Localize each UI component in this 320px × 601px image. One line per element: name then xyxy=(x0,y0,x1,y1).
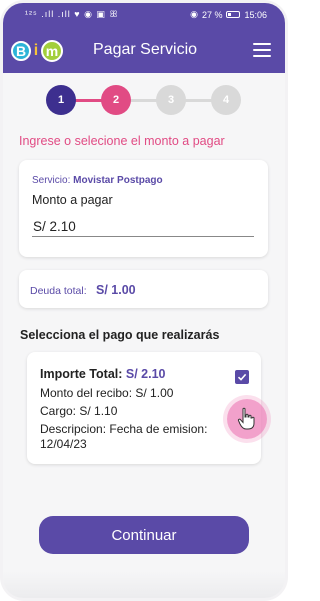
payment-total-label: Importe Total: xyxy=(40,367,123,381)
payment-section-title: Selecciona el pago que realizarás xyxy=(20,328,220,342)
continue-button[interactable]: Continuar xyxy=(39,516,249,554)
bottom-area xyxy=(3,571,285,598)
touch-indicator xyxy=(227,399,267,439)
logo-letter-b: B xyxy=(11,41,31,61)
step-3: 3 xyxy=(156,85,186,115)
service-line: Servicio: Movistar Postpago xyxy=(32,175,163,186)
payment-total-value: S/ 2.10 xyxy=(125,367,166,381)
payment-option-card[interactable]: Importe Total: S/ 2.10 Monto del recibo:… xyxy=(27,352,261,464)
service-card: Servicio: Movistar Postpago Monto a paga… xyxy=(19,160,268,257)
status-icons-right: ◉ 27 % 15:06 xyxy=(190,9,267,20)
payment-receipt: Monto del recibo: S/ 1.00 xyxy=(40,386,174,400)
hand-pointer-icon xyxy=(237,407,255,430)
battery-icon xyxy=(226,11,241,18)
hamburger-menu-icon[interactable] xyxy=(253,43,271,57)
page-title: Pagar Servicio xyxy=(93,41,198,58)
payment-description-date: 12/04/23 xyxy=(40,437,87,451)
payment-total: Importe Total: S/ 2.10 xyxy=(40,367,166,381)
amount-prompt: Ingrese o selecione el monto a pagar xyxy=(19,134,225,148)
battery-percent: 27 % xyxy=(201,9,223,20)
amount-label: Monto a pagar xyxy=(32,193,113,207)
checkmark-icon xyxy=(237,373,247,381)
status-time: 15:06 xyxy=(244,9,267,20)
service-label: Servicio: xyxy=(32,175,71,186)
service-name: Movistar Postpago xyxy=(73,175,163,186)
payment-description: Descripcion: Fecha de emision: xyxy=(40,422,208,436)
payment-charge: Cargo: S/ 1.10 xyxy=(40,404,118,418)
debt-value: S/ 1.00 xyxy=(96,283,136,297)
app-screen: ¹²⁵ .ıll .ıll ♥ ◉ ▣ ꕥ ◉ 27 % 15:06 B i m… xyxy=(3,3,285,598)
amount-input[interactable] xyxy=(32,217,254,237)
bim-logo: B i m xyxy=(11,37,63,65)
device-frame: ¹²⁵ .ıll .ıll ♥ ◉ ▣ ꕥ ◉ 27 % 15:06 B i m… xyxy=(0,0,288,601)
debt-label: Deuda total: xyxy=(30,285,87,297)
debt-card: Deuda total: S/ 1.00 xyxy=(19,270,268,308)
top-bar: ¹²⁵ .ıll .ıll ♥ ◉ ▣ ꕥ ◉ 27 % 15:06 B i m… xyxy=(3,3,285,73)
payment-checkbox[interactable] xyxy=(235,370,249,384)
eye-icon: ◉ xyxy=(190,9,198,19)
status-bar: ¹²⁵ .ıll .ıll ♥ ◉ ▣ ꕥ ◉ 27 % 15:06 xyxy=(3,3,285,25)
step-2: 2 xyxy=(101,85,131,115)
logo-letter-m: m xyxy=(41,40,63,62)
step-1: 1 xyxy=(46,85,76,115)
app-bar: B i m Pagar Servicio xyxy=(3,31,285,71)
step-4: 4 xyxy=(211,85,241,115)
progress-stepper: 1 2 3 4 xyxy=(3,85,285,115)
status-icons-left: ¹²⁵ .ıll .ıll ♥ ◉ ▣ ꕥ xyxy=(25,9,119,19)
